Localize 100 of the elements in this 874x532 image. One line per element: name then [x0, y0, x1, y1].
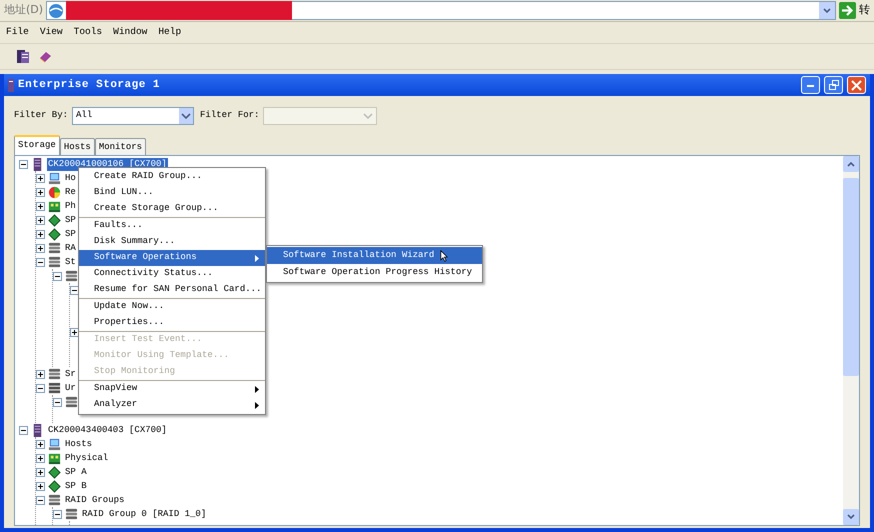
collapse-icon[interactable]	[19, 426, 28, 434]
filter-for-label: Filter For:	[200, 109, 260, 122]
tree-item[interactable]: Hosts	[64, 438, 94, 450]
menu-item[interactable]: Tools	[74, 25, 102, 40]
disk-stack-icon	[48, 256, 61, 268]
go-label[interactable]: 转	[859, 2, 870, 19]
tree-item[interactable]: RAID Group 0 [RAID 1_0]	[81, 508, 208, 520]
tree-item[interactable]: Ph	[64, 200, 77, 212]
chevron-down-icon	[847, 514, 855, 520]
collapse-icon[interactable]	[70, 286, 79, 294]
expand-icon[interactable]	[36, 482, 45, 490]
mouse-cursor-icon	[440, 250, 448, 262]
expand-icon[interactable]	[36, 174, 45, 182]
address-label: 地址(D)	[4, 2, 44, 18]
expand-icon[interactable]	[36, 440, 45, 448]
diamond-icon	[48, 228, 61, 240]
server-icon	[31, 158, 44, 170]
tree-item[interactable]: SP A	[64, 466, 88, 478]
server-icon	[31, 424, 44, 436]
tree-item[interactable]: RAID Groups	[64, 494, 126, 506]
close-icon	[851, 80, 862, 90]
server-icon[interactable]	[16, 49, 30, 64]
filter-by-select[interactable]: All	[72, 107, 194, 125]
address-field[interactable]	[46, 1, 836, 20]
tree-item[interactable]: SP	[64, 214, 77, 226]
tree-item[interactable]: Ur	[64, 382, 77, 394]
chevron-up-icon	[847, 161, 855, 167]
menu-item[interactable]: SnapView	[79, 381, 265, 397]
expand-icon[interactable]	[36, 244, 45, 252]
computer-icon	[48, 172, 61, 184]
menu-item[interactable]: Software Operation Progress History	[267, 264, 482, 281]
menu-item[interactable]: Create RAID Group...	[79, 169, 265, 185]
close-button[interactable]	[847, 76, 866, 94]
scroll-down-button[interactable]	[843, 509, 859, 525]
computer-icon	[48, 438, 61, 450]
expand-icon[interactable]	[70, 328, 79, 336]
board-icon	[48, 200, 61, 212]
menu-item[interactable]: Software Installation Wizard	[267, 247, 482, 264]
collapse-icon[interactable]	[53, 398, 62, 406]
scroll-up-button[interactable]	[843, 156, 859, 172]
minimize-icon	[806, 84, 814, 86]
menu-item[interactable]: Update Now...	[79, 299, 265, 315]
collapse-icon[interactable]	[36, 384, 45, 392]
menu-item[interactable]: Connectivity Status...	[79, 266, 265, 282]
menu-item[interactable]: Analyzer	[79, 397, 265, 413]
menu-item[interactable]: Properties...	[79, 315, 265, 331]
restore-icon	[828, 80, 838, 90]
disk-stack-icon	[48, 494, 61, 506]
expand-icon[interactable]	[36, 216, 45, 224]
menu-item[interactable]: Disk Summary...	[79, 234, 265, 250]
book-icon[interactable]	[38, 50, 52, 64]
tree-item[interactable]: St	[64, 256, 77, 268]
tab[interactable]: Monitors	[94, 138, 146, 155]
scroll-thumb[interactable]	[843, 178, 859, 376]
expand-icon[interactable]	[36, 370, 45, 378]
diamond-icon	[48, 466, 61, 478]
tree-item[interactable]: Sr	[64, 368, 77, 380]
disk-stack-icon	[65, 508, 78, 520]
menu-item[interactable]: Create Storage Group...	[79, 201, 265, 217]
tree-item[interactable]: CK200043400403 [CX700]	[47, 424, 168, 436]
expand-icon[interactable]	[36, 188, 45, 196]
globe-icon	[48, 2, 64, 18]
tree-item[interactable]: SP	[64, 228, 77, 240]
tree-item[interactable]: SP B	[64, 480, 88, 492]
menu-item[interactable]: Window	[113, 25, 148, 40]
menu-item[interactable]: Bind LUN...	[79, 185, 265, 201]
dropdown-button[interactable]	[819, 2, 835, 19]
collapse-icon[interactable]	[36, 258, 45, 266]
menu-item[interactable]: Help	[158, 25, 182, 40]
collapse-icon[interactable]	[36, 496, 45, 504]
collapse-icon[interactable]	[19, 160, 28, 168]
pie-chart-icon	[48, 186, 61, 198]
menu-item[interactable]: View	[40, 25, 63, 40]
expand-icon[interactable]	[36, 454, 45, 462]
minimize-button[interactable]	[801, 76, 820, 94]
diamond-icon	[48, 214, 61, 226]
tree-item[interactable]: Physical	[64, 452, 110, 464]
restore-button[interactable]	[824, 76, 843, 94]
disk-stack-icon	[48, 368, 61, 380]
expand-icon[interactable]	[36, 202, 45, 210]
tree-item[interactable]: Ho	[64, 172, 77, 184]
filter-by-label: Filter By:	[14, 109, 68, 122]
diamond-icon	[48, 480, 61, 492]
chevron-down-icon	[823, 8, 831, 14]
server-icon	[8, 78, 14, 92]
expand-icon[interactable]	[36, 468, 45, 476]
menu-item[interactable]: Software Operations	[79, 250, 265, 266]
menu-item[interactable]: Resume for SAN Personal Card...	[79, 282, 265, 298]
go-arrow-icon[interactable]	[839, 2, 856, 19]
tree-item[interactable]: Re	[64, 186, 77, 198]
menu-item[interactable]: File	[6, 25, 29, 40]
collapse-icon[interactable]	[53, 272, 62, 280]
tree-item[interactable]: RA	[64, 242, 77, 254]
menu-item[interactable]: Faults...	[79, 218, 265, 234]
tab[interactable]: Hosts	[60, 138, 95, 155]
collapse-icon[interactable]	[53, 510, 62, 518]
scrollbar[interactable]	[843, 156, 859, 525]
tab[interactable]: Storage	[14, 135, 60, 155]
window-title: Enterprise Storage 1	[18, 78, 160, 93]
expand-icon[interactable]	[36, 230, 45, 238]
